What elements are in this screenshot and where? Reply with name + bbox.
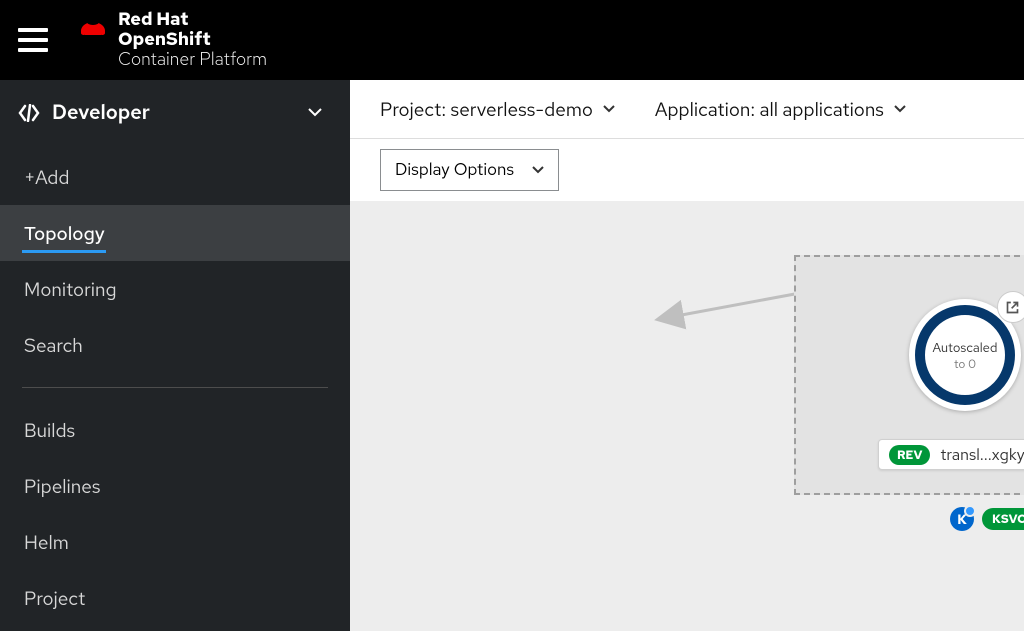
ksvc-badge: KSVC [982, 508, 1024, 530]
knative-service-group[interactable]: Autoscaled to 0 REV transl...xgky-2 [794, 255, 1024, 495]
display-bar: Display Options [350, 139, 1024, 201]
knative-k-badge-icon: K [950, 507, 974, 531]
redhat-logo-icon [78, 16, 108, 40]
brand-product: OpenShift [118, 30, 267, 50]
display-options-button[interactable]: Display Options [380, 149, 559, 191]
revision-label-left[interactable]: REV transl...xgky-2 [878, 439, 1024, 470]
sidebar: Developer +Add Topology Monitoring Searc… [0, 80, 350, 631]
sidebar-item-search[interactable]: Search [0, 317, 350, 373]
sidebar-nav: +Add Topology Monitoring Search Builds P… [0, 145, 350, 626]
node-left-status: Autoscaled [932, 339, 997, 356]
perspective-switcher[interactable]: Developer [0, 80, 350, 145]
context-toolbar: Project: serverless-demo Application: al… [350, 80, 1024, 139]
sidebar-item-builds[interactable]: Builds [0, 402, 350, 458]
sidebar-item-helm[interactable]: Helm [0, 514, 350, 570]
caret-down-icon [603, 105, 615, 113]
node-left-status-sub: to 0 [954, 356, 976, 372]
sidebar-item-topology[interactable]: Topology [0, 205, 350, 261]
code-icon [18, 104, 40, 122]
application-selector-label: Application: all applications [655, 97, 884, 122]
project-selector-label: Project: serverless-demo [380, 97, 593, 122]
topology-canvas[interactable]: 0% 100% Autoscaled to 0 [350, 201, 1024, 631]
display-options-label: Display Options [395, 159, 514, 181]
sidebar-item-pipelines[interactable]: Pipelines [0, 458, 350, 514]
project-selector[interactable]: Project: serverless-demo [380, 97, 615, 122]
product-brand: Red Hat OpenShift Container Platform [78, 10, 267, 69]
rev-badge: REV [889, 445, 930, 465]
application-selector[interactable]: Application: all applications [655, 97, 906, 122]
revision-node-left[interactable]: Autoscaled to 0 REV transl...xgky-2 [878, 299, 1024, 470]
sidebar-item-monitoring[interactable]: Monitoring [0, 261, 350, 317]
global-header: Red Hat OpenShift Container Platform [0, 0, 1024, 80]
open-url-button[interactable] [997, 291, 1024, 323]
sidebar-divider [22, 387, 328, 388]
caret-down-icon [894, 105, 906, 113]
caret-down-icon [532, 166, 544, 174]
brand-subtitle: Container Platform [118, 50, 267, 70]
nav-toggle-button[interactable] [18, 28, 48, 52]
perspective-label: Developer [52, 100, 150, 126]
sidebar-item-project[interactable]: Project [0, 570, 350, 626]
main-content: Project: serverless-demo Application: al… [350, 80, 1024, 631]
caret-down-icon [308, 108, 322, 117]
sidebar-item-add[interactable]: +Add [0, 149, 350, 205]
rev-name: transl...xgky-2 [940, 444, 1024, 465]
knative-service-label[interactable]: K KSVC translator [950, 507, 1024, 531]
